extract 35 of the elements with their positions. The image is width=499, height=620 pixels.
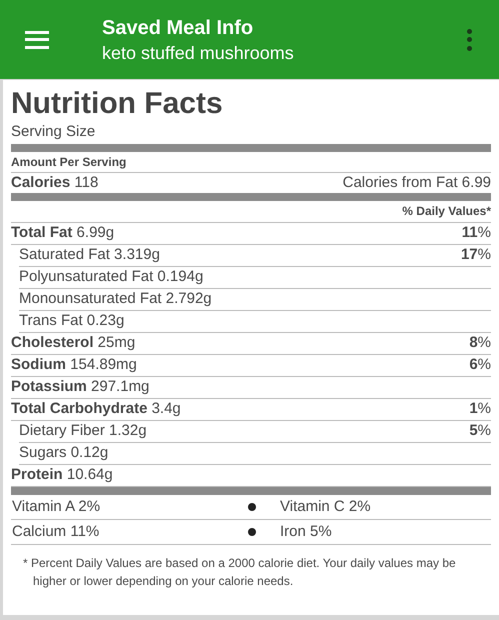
nutrient-text: Total Fat 6.99g xyxy=(11,223,114,244)
bullet-icon xyxy=(248,528,256,536)
more-options-icon[interactable] xyxy=(466,28,472,50)
calories-from-fat: Calories from Fat 6.99 xyxy=(342,173,491,193)
amount-per-serving: Amount Per Serving xyxy=(11,152,491,173)
vitamin-text: Vitamin A 2% xyxy=(11,496,102,517)
footnote: * Percent Daily Values are based on a 2000 calorie diet. Your daily values may be higher or lower depending on your calorie needs. xyxy=(23,555,457,590)
daily-value-percent: 1% xyxy=(469,399,491,420)
bullet-icon xyxy=(248,503,256,511)
nutrient-text: Potassium 297.1mg xyxy=(11,377,150,398)
label-title: Nutrition Facts xyxy=(11,86,224,122)
menu-icon[interactable] xyxy=(25,30,49,48)
nutrient-text: Cholesterol 25mg xyxy=(11,333,136,354)
nutrient-text: Saturated Fat 3.319g xyxy=(19,245,160,266)
daily-value-percent: 5% xyxy=(469,421,491,442)
app-subtitle: keto stuffed mushrooms xyxy=(102,42,294,64)
nutrient-text: Trans Fat 0.23g xyxy=(19,311,124,332)
nutrient-text: Polyunsaturated Fat 0.194g xyxy=(19,267,204,288)
serving-size: Serving Size xyxy=(11,122,96,142)
nutrient-text: Monounsaturated Fat 2.792g xyxy=(19,289,212,310)
daily-value-percent: 6% xyxy=(469,355,491,376)
nutrient-text: Total Carbohydrate 3.4g xyxy=(11,399,181,420)
vitamin-text: Iron 5% xyxy=(280,522,332,542)
daily-value-percent: 8% xyxy=(469,333,491,354)
daily-value-percent: 17% xyxy=(460,245,491,266)
nutrient-text: Sodium 154.89mg xyxy=(11,355,137,376)
app-title: Saved Meal Info xyxy=(102,16,254,40)
nutrient-text: Dietary Fiber 1.32g xyxy=(19,421,147,442)
nutrient-text: Sugars 0.12g xyxy=(19,443,108,464)
vitamin-text: Calcium 11% xyxy=(11,522,100,542)
calories-text: Calories 118 xyxy=(11,173,98,193)
daily-values-header: % Daily Values* xyxy=(402,203,491,220)
daily-value-percent: 11% xyxy=(462,223,491,244)
vitamin-text: Vitamin C 2% xyxy=(280,496,371,517)
nutrient-text: Protein 10.64g xyxy=(11,465,113,486)
